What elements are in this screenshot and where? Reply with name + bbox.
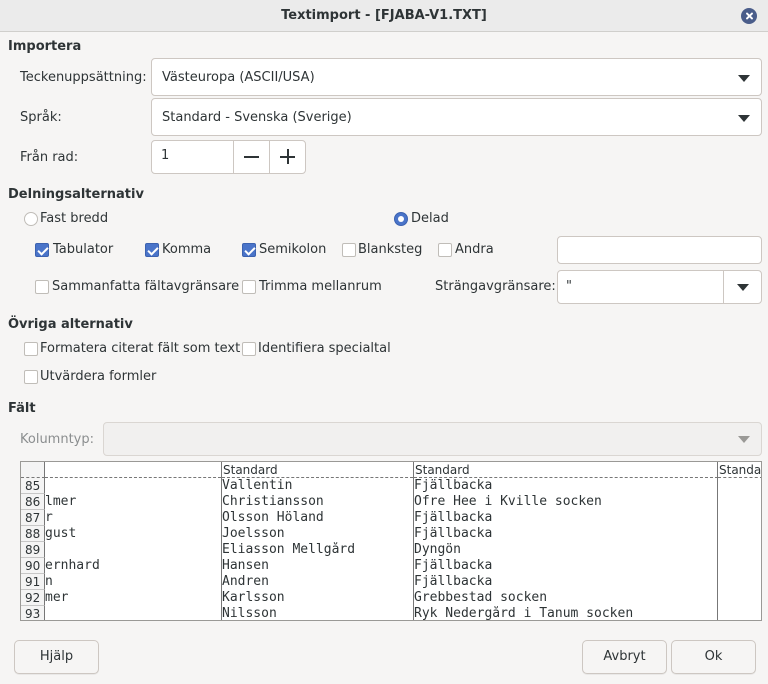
table-cell: Ryk Nedergård i Tanum socken — [414, 606, 634, 621]
row-number: 91 — [21, 574, 45, 590]
section-import: Importera — [8, 39, 82, 54]
chevron-down-icon — [738, 436, 750, 443]
table-cell: Nilsson — [222, 606, 277, 621]
from-row-label: Från rad: — [20, 150, 79, 165]
row-number: 93 — [21, 606, 45, 620]
trim-label[interactable]: Trimma mellanrum — [259, 279, 382, 294]
column-header[interactable] — [45, 462, 221, 478]
row-number: 90 — [21, 558, 45, 574]
section-other-options: Övriga alternativ — [8, 317, 133, 332]
chevron-down-icon — [738, 75, 750, 82]
tab-label[interactable]: Tabulator — [53, 242, 113, 257]
table-cell: Fjällbacka — [414, 526, 493, 541]
checkbox-trim-spaces[interactable] — [242, 280, 256, 294]
radio-separated[interactable] — [394, 212, 408, 226]
section-separator: Delningsalternativ — [8, 187, 144, 202]
separated-label[interactable]: Delad — [411, 211, 449, 226]
charset-label: Teckenuppsättning: — [20, 70, 147, 85]
column-header[interactable]: Standard — [222, 462, 413, 478]
checkbox-quoted-as-text[interactable] — [24, 342, 38, 356]
fixed-width-label[interactable]: Fast bredd — [40, 211, 108, 226]
from-row-value[interactable]: 1 — [161, 141, 169, 171]
chevron-down-icon[interactable] — [737, 284, 749, 291]
language-select[interactable]: Standard - Svenska (Sverige) — [151, 98, 762, 136]
row-number: 86 — [21, 494, 45, 510]
row-number: 92 — [21, 590, 45, 606]
space-label[interactable]: Blanksteg — [358, 242, 422, 257]
preview-table[interactable]: Standard Standard Standa 85 Vallentin Fj… — [20, 461, 762, 621]
table-cell: mer — [45, 590, 69, 605]
plus-icon[interactable] — [269, 141, 305, 173]
charset-value: Västeuropa (ASCII/USA) — [162, 70, 315, 85]
table-cell: Christiansson — [222, 494, 324, 509]
comma-label[interactable]: Komma — [162, 242, 211, 257]
checkbox-evaluate-formulas[interactable] — [24, 370, 38, 384]
table-cell: r — [45, 510, 53, 525]
table-cell: Vallentin — [222, 478, 293, 493]
table-cell: Fjällbacka — [414, 478, 493, 493]
row-number: 87 — [21, 510, 45, 526]
table-cell: Joelsson — [222, 526, 285, 541]
table-cell: n — [45, 574, 53, 589]
table-cell — [45, 478, 221, 494]
checkbox-space[interactable] — [342, 243, 356, 257]
checkbox-other[interactable] — [438, 243, 452, 257]
column-header[interactable]: Standard — [414, 462, 718, 478]
table-cell: Karlsson — [222, 590, 285, 605]
chevron-down-icon — [738, 115, 750, 122]
column-header[interactable]: Standa — [718, 462, 761, 478]
string-delimiter-label: Strängavgränsare: — [435, 279, 556, 294]
radio-fixed-width[interactable] — [24, 212, 38, 226]
corner-cell — [21, 462, 45, 478]
table-cell: Grebbestad socken — [414, 590, 548, 605]
other-separator-input[interactable] — [557, 236, 762, 264]
evaluate-formulas-label[interactable]: Utvärdera formler — [40, 369, 156, 384]
checkbox-merge-delimiters[interactable] — [35, 280, 49, 294]
table-cell: Öfre Hee i Kville socken — [414, 494, 602, 509]
charset-select[interactable]: Västeuropa (ASCII/USA) — [151, 58, 762, 96]
minus-icon[interactable] — [233, 141, 269, 173]
table-cell — [45, 542, 221, 558]
string-delimiter-value[interactable]: " — [566, 271, 572, 303]
other-label[interactable]: Andra — [455, 242, 494, 257]
checkbox-detect-special[interactable] — [242, 342, 256, 356]
row-number: 88 — [21, 526, 45, 542]
from-row-spinner[interactable]: 1 — [151, 140, 306, 174]
window-title: Textimport - [FJABA-V1.TXT] — [281, 8, 487, 23]
section-fields: Fält — [8, 401, 36, 416]
table-cell: Fjällbacka — [414, 574, 493, 589]
row-number: 89 — [21, 542, 45, 558]
table-cell: Fjällbacka — [414, 510, 493, 525]
detect-special-label[interactable]: Identifiera specialtal — [258, 341, 391, 356]
help-button[interactable]: Hjälp — [14, 640, 99, 674]
string-delimiter-combo[interactable]: " — [557, 270, 762, 304]
column-type-label: Kolumntyp: — [20, 432, 95, 447]
table-cell: ernhard — [45, 558, 100, 573]
table-cell: Fjällbacka — [414, 558, 493, 573]
merge-label[interactable]: Sammanfatta fältavgränsare — [52, 279, 239, 294]
column-type-select[interactable] — [103, 422, 762, 456]
close-icon[interactable] — [741, 8, 757, 24]
row-number: 85 — [21, 478, 45, 494]
checkbox-tab[interactable] — [35, 243, 49, 257]
language-value: Standard - Svenska (Sverige) — [162, 110, 352, 125]
table-cell — [45, 606, 221, 620]
table-cell: lmer — [45, 494, 77, 509]
table-cell: Dyngön — [414, 542, 461, 557]
table-cell: Eliasson Mellgård — [222, 542, 356, 557]
checkbox-semicolon[interactable] — [242, 243, 256, 257]
checkbox-comma[interactable] — [145, 243, 159, 257]
semicolon-label[interactable]: Semikolon — [259, 242, 326, 257]
table-cell: Hansen — [222, 558, 269, 573]
language-label: Språk: — [20, 110, 62, 125]
table-cell: gust — [45, 526, 77, 541]
title-bar: Textimport - [FJABA-V1.TXT] — [0, 0, 768, 32]
cancel-button[interactable]: Avbryt — [582, 640, 667, 674]
quoted-as-text-label[interactable]: Formatera citerat fält som text — [40, 341, 240, 356]
ok-button[interactable]: Ok — [671, 640, 756, 674]
table-cell: Andren — [222, 574, 269, 589]
table-cell: Olsson Höland — [222, 510, 324, 525]
